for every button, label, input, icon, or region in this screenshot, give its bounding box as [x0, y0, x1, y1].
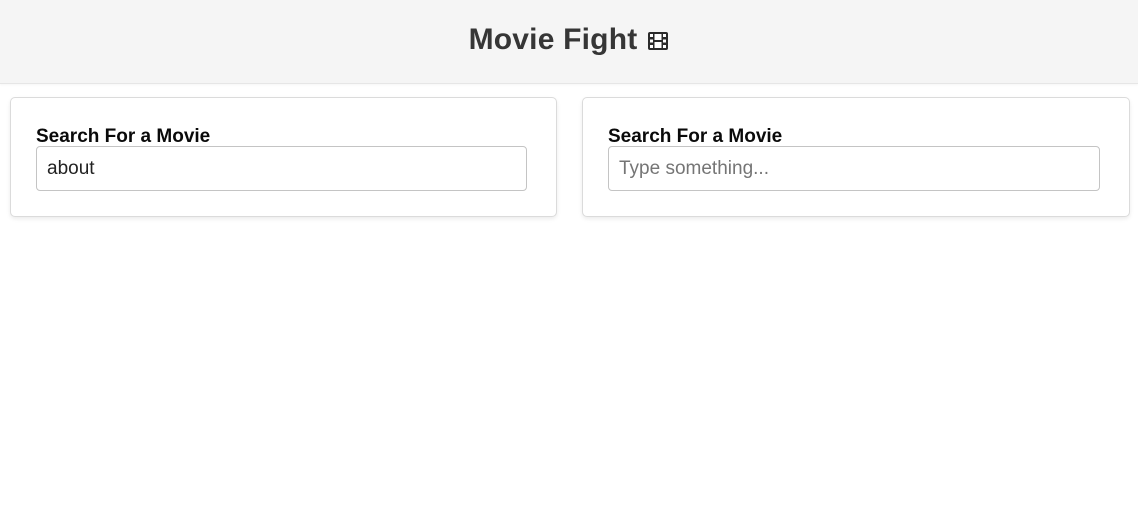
left-search-label: Search For a Movie [36, 126, 211, 147]
right-search-panel: Search For a Movie [582, 97, 1130, 217]
page-title: Movie Fight [468, 22, 638, 56]
right-search-label: Search For a Movie [608, 126, 783, 147]
app-header: Movie Fight [0, 0, 1138, 84]
film-icon [647, 31, 669, 51]
title-group: Movie Fight [469, 23, 670, 57]
left-search-panel: Search For a Movie [10, 97, 557, 217]
left-search-input[interactable] [36, 146, 527, 191]
right-search-input[interactable] [608, 146, 1100, 191]
